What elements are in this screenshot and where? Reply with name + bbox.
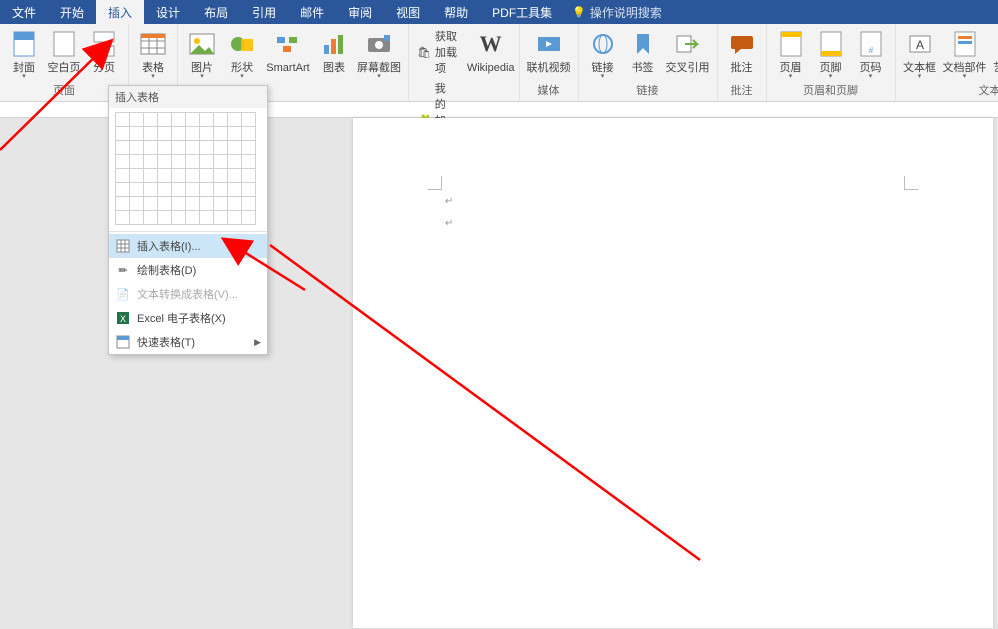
group-addins: 🛍获取加载项 🧩我的加载项▾ W Wikipedia 加载项 [409, 24, 520, 101]
tab-view[interactable]: 视图 [384, 0, 432, 24]
tab-insert[interactable]: 插入 [96, 0, 144, 24]
group-links: 链接▾ 书签 交叉引用 链接 [579, 24, 718, 101]
page-break-button[interactable]: 分页 [84, 26, 124, 80]
convert-icon: 📄 [115, 286, 131, 302]
video-icon [533, 28, 565, 60]
group-headerfooter: 页眉▾ 页脚▾ # 页码▾ 页眉和页脚 [767, 24, 896, 101]
table-grid-picker[interactable] [109, 108, 267, 229]
chart-icon [318, 28, 350, 60]
draw-table-icon: ✏ [115, 262, 131, 278]
group-media: 联机视频 媒体 [520, 24, 579, 101]
textbox-button[interactable]: A 文本框▾ [900, 26, 940, 80]
wordart-button[interactable]: A 艺术字▾ [990, 26, 998, 80]
tab-layout[interactable]: 布局 [192, 0, 240, 24]
comment-icon [726, 28, 758, 60]
quick-tables-icon [115, 334, 131, 350]
menu-insert-table[interactable]: 插入表格(I)... [109, 234, 267, 258]
link-icon [587, 28, 619, 60]
lightbulb-icon: 💡 [572, 6, 586, 19]
smartart-button[interactable]: SmartArt [262, 26, 314, 80]
tab-file[interactable]: 文件 [0, 0, 48, 24]
bookmark-icon [627, 28, 659, 60]
group-label-pages: 页面 [4, 80, 124, 101]
header-icon [775, 28, 807, 60]
menu-quick-tables[interactable]: 快速表格(T) ▶ [109, 330, 267, 354]
group-label-links: 链接 [583, 80, 713, 101]
page-number-button[interactable]: # 页码▾ [851, 26, 891, 80]
picture-button[interactable]: 图片▾ [182, 26, 222, 80]
svg-text:#: # [868, 46, 873, 55]
comment-button[interactable]: 批注 [722, 26, 762, 80]
tab-pdftools[interactable]: PDF工具集 [480, 0, 564, 24]
bookmark-button[interactable]: 书签 [623, 26, 663, 80]
page-number-icon: # [855, 28, 887, 60]
online-video-button[interactable]: 联机视频 [524, 26, 574, 80]
chart-button[interactable]: 图表 [314, 26, 354, 80]
tab-review[interactable]: 审阅 [336, 0, 384, 24]
wordart-icon: A [994, 28, 998, 60]
tab-mailings[interactable]: 邮件 [288, 0, 336, 24]
excel-icon: X [115, 310, 131, 326]
page-break-icon [88, 28, 120, 60]
footer-button[interactable]: 页脚▾ [811, 26, 851, 80]
tab-bar: 文件 开始 插入 设计 布局 引用 邮件 审阅 视图 帮助 PDF工具集 💡 操… [0, 0, 998, 24]
store-icon: 🛍 [417, 44, 431, 60]
margin-corner-tr [904, 176, 918, 190]
chevron-right-icon: ▶ [254, 337, 261, 348]
group-label-headerfooter: 页眉和页脚 [771, 80, 891, 101]
wikipedia-icon: W [475, 28, 507, 60]
header-button[interactable]: 页眉▾ [771, 26, 811, 80]
link-button[interactable]: 链接▾ [583, 26, 623, 80]
paragraph-mark: ↵↵ [445, 196, 453, 229]
tell-me-label: 操作说明搜索 [590, 4, 662, 21]
cover-page-icon [8, 28, 40, 60]
table-icon [137, 28, 169, 60]
blank-page-icon [48, 28, 80, 60]
insert-table-icon [115, 238, 131, 254]
menu-excel-spreadsheet[interactable]: X Excel 电子表格(X) [109, 306, 267, 330]
svg-text:X: X [120, 314, 126, 324]
group-comments: 批注 批注 [718, 24, 767, 101]
smartart-icon [272, 28, 304, 60]
table-button[interactable]: 表格▾ [133, 26, 173, 80]
get-addins-button[interactable]: 🛍获取加载项 [413, 26, 467, 78]
menu-draw-table[interactable]: ✏ 绘制表格(D) [109, 258, 267, 282]
group-label-media: 媒体 [524, 80, 574, 101]
margin-corner-tl [428, 176, 442, 190]
footer-icon [815, 28, 847, 60]
blank-page-button[interactable]: 空白页 [44, 26, 84, 80]
dropdown-title: 插入表格 [109, 86, 267, 108]
tab-design[interactable]: 设计 [144, 0, 192, 24]
shapes-icon [226, 28, 258, 60]
table-dropdown: 插入表格 插入表格(I)... ✏ 绘制表格(D) 📄 文本转换成表格(V)..… [108, 85, 268, 355]
crossref-icon [672, 28, 704, 60]
screenshot-icon [363, 28, 395, 60]
cover-page-button[interactable]: 封面▾ [4, 26, 44, 80]
crossref-button[interactable]: 交叉引用 [663, 26, 713, 80]
quickparts-icon [949, 28, 981, 60]
tab-home[interactable]: 开始 [48, 0, 96, 24]
group-label-text: 文本 [900, 80, 998, 101]
group-text: A 文本框▾ 文档部件▾ A 艺术字▾ A 首字下沉▾ 文本 [896, 24, 998, 101]
picture-icon [186, 28, 218, 60]
tab-references[interactable]: 引用 [240, 0, 288, 24]
quickparts-button[interactable]: 文档部件▾ [940, 26, 990, 80]
shapes-button[interactable]: 形状▾ [222, 26, 262, 80]
tab-help[interactable]: 帮助 [432, 0, 480, 24]
screenshot-button[interactable]: 屏幕截图▾ [354, 26, 404, 80]
document-page[interactable]: ↵↵ [353, 118, 993, 628]
svg-text:A: A [916, 38, 924, 52]
tell-me-search[interactable]: 💡 操作说明搜索 [564, 0, 670, 24]
group-label-comments: 批注 [722, 80, 762, 101]
textbox-icon: A [904, 28, 936, 60]
menu-convert-text: 📄 文本转换成表格(V)... [109, 282, 267, 306]
